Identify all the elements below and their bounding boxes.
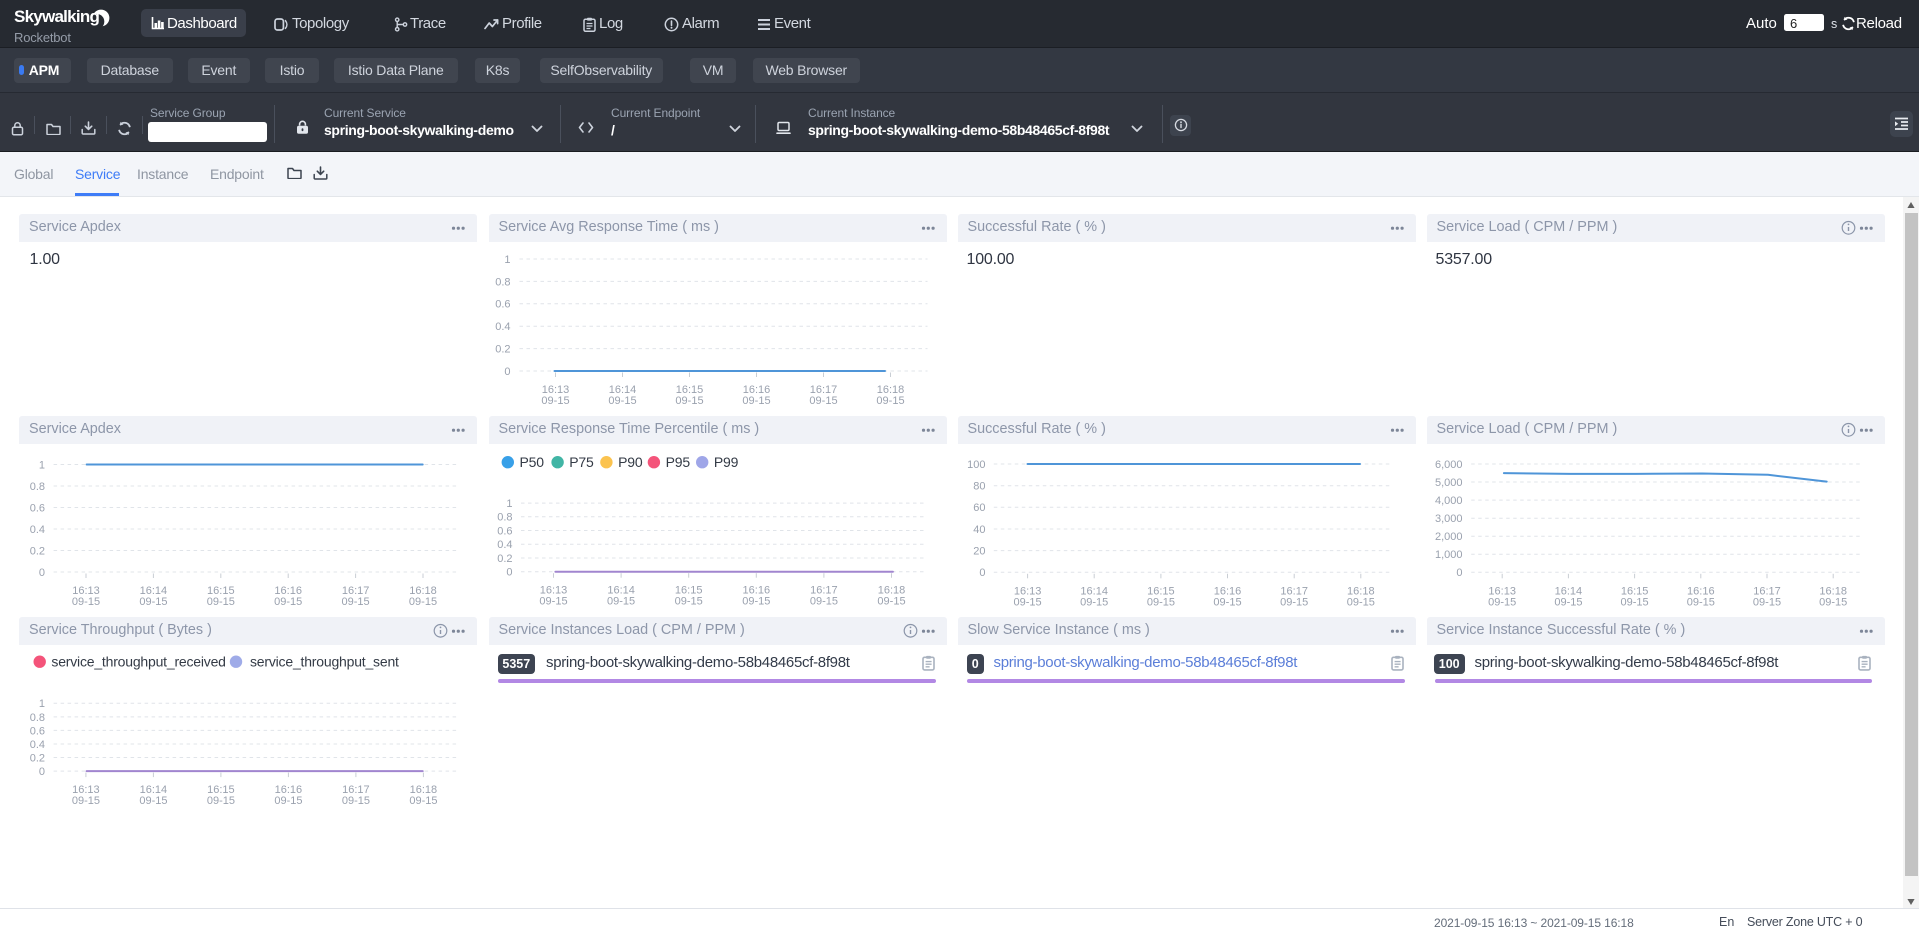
svg-text:09-15: 09-15	[139, 795, 167, 807]
svg-text:1: 1	[506, 498, 512, 510]
svg-text:P75: P75	[569, 453, 594, 469]
svg-text:09-15: 09-15	[1620, 596, 1648, 606]
svg-text:09-15: 09-15	[674, 595, 702, 605]
svg-text:2,000: 2,000	[1434, 531, 1462, 543]
svg-text:09-15: 09-15	[342, 596, 370, 606]
svg-text:09-15: 09-15	[1554, 596, 1582, 606]
svg-text:service_throughput_sent: service_throughput_sent	[250, 653, 399, 669]
svg-text:1: 1	[504, 254, 510, 266]
svg-text:0.8: 0.8	[497, 511, 512, 523]
svg-text:09-15: 09-15	[72, 795, 100, 807]
svg-text:service_throughput_received: service_throughput_received	[51, 653, 225, 669]
svg-text:0: 0	[39, 766, 45, 778]
svg-text:09-15: 09-15	[409, 596, 437, 606]
svg-text:09-15: 09-15	[1819, 596, 1847, 606]
svg-text:09-15: 09-15	[608, 395, 636, 404]
svg-text:0.2: 0.2	[30, 545, 45, 557]
svg-text:60: 60	[973, 502, 985, 514]
svg-text:09-15: 09-15	[207, 596, 235, 606]
svg-text:09-15: 09-15	[274, 795, 302, 807]
svg-text:P95: P95	[665, 453, 690, 469]
svg-text:09-15: 09-15	[877, 595, 905, 605]
svg-text:09-15: 09-15	[809, 595, 837, 605]
svg-text:09-15: 09-15	[876, 395, 904, 404]
svg-text:09-15: 09-15	[1752, 596, 1780, 606]
svg-text:0.2: 0.2	[30, 752, 45, 764]
svg-text:P90: P90	[618, 453, 643, 469]
svg-text:80: 80	[973, 480, 985, 492]
svg-text:0: 0	[506, 566, 512, 578]
svg-text:P50: P50	[519, 453, 544, 469]
svg-text:09-15: 09-15	[1280, 596, 1308, 606]
svg-text:09-15: 09-15	[1686, 596, 1714, 606]
svg-text:09-15: 09-15	[675, 395, 703, 404]
svg-text:1,000: 1,000	[1434, 549, 1462, 561]
svg-text:0.8: 0.8	[30, 480, 45, 492]
svg-text:3,000: 3,000	[1434, 513, 1462, 525]
svg-text:0.4: 0.4	[497, 539, 512, 551]
svg-text:0.4: 0.4	[495, 321, 510, 333]
svg-text:0: 0	[504, 366, 510, 378]
svg-text:09-15: 09-15	[139, 596, 167, 606]
svg-text:0: 0	[979, 567, 985, 579]
svg-text:0.2: 0.2	[495, 344, 510, 356]
svg-text:09-15: 09-15	[207, 795, 235, 807]
svg-text:09-15: 09-15	[1013, 596, 1041, 606]
svg-text:09-15: 09-15	[742, 395, 770, 404]
svg-text:0.6: 0.6	[30, 502, 45, 514]
svg-text:09-15: 09-15	[409, 795, 437, 807]
svg-text:09-15: 09-15	[742, 595, 770, 605]
svg-text:100: 100	[967, 458, 985, 470]
svg-text:6,000: 6,000	[1434, 458, 1462, 470]
svg-text:0.8: 0.8	[495, 276, 510, 288]
svg-text:09-15: 09-15	[1488, 596, 1516, 606]
svg-text:09-15: 09-15	[541, 395, 569, 404]
svg-text:09-15: 09-15	[607, 595, 635, 605]
svg-text:09-15: 09-15	[274, 596, 302, 606]
svg-text:09-15: 09-15	[1146, 596, 1174, 606]
svg-text:5,000: 5,000	[1434, 476, 1462, 488]
svg-text:09-15: 09-15	[539, 595, 567, 605]
svg-text:1: 1	[39, 459, 45, 471]
svg-text:09-15: 09-15	[809, 395, 837, 404]
svg-text:09-15: 09-15	[342, 795, 370, 807]
svg-text:09-15: 09-15	[72, 596, 100, 606]
svg-text:0.8: 0.8	[30, 712, 45, 724]
svg-text:4,000: 4,000	[1434, 495, 1462, 507]
svg-text:09-15: 09-15	[1213, 596, 1241, 606]
svg-text:0.2: 0.2	[497, 552, 512, 564]
svg-text:20: 20	[973, 545, 985, 557]
svg-text:40: 40	[973, 523, 985, 535]
svg-text:09-15: 09-15	[1346, 596, 1374, 606]
svg-text:0.4: 0.4	[30, 739, 45, 751]
svg-text:0.6: 0.6	[30, 725, 45, 737]
svg-text:0.6: 0.6	[497, 525, 512, 537]
svg-text:0: 0	[39, 566, 45, 578]
svg-text:0.4: 0.4	[30, 523, 45, 535]
svg-text:0.6: 0.6	[495, 299, 510, 311]
svg-text:1: 1	[39, 698, 45, 710]
svg-text:09-15: 09-15	[1080, 596, 1108, 606]
svg-text:P99: P99	[713, 453, 738, 469]
svg-text:0: 0	[1456, 567, 1462, 579]
